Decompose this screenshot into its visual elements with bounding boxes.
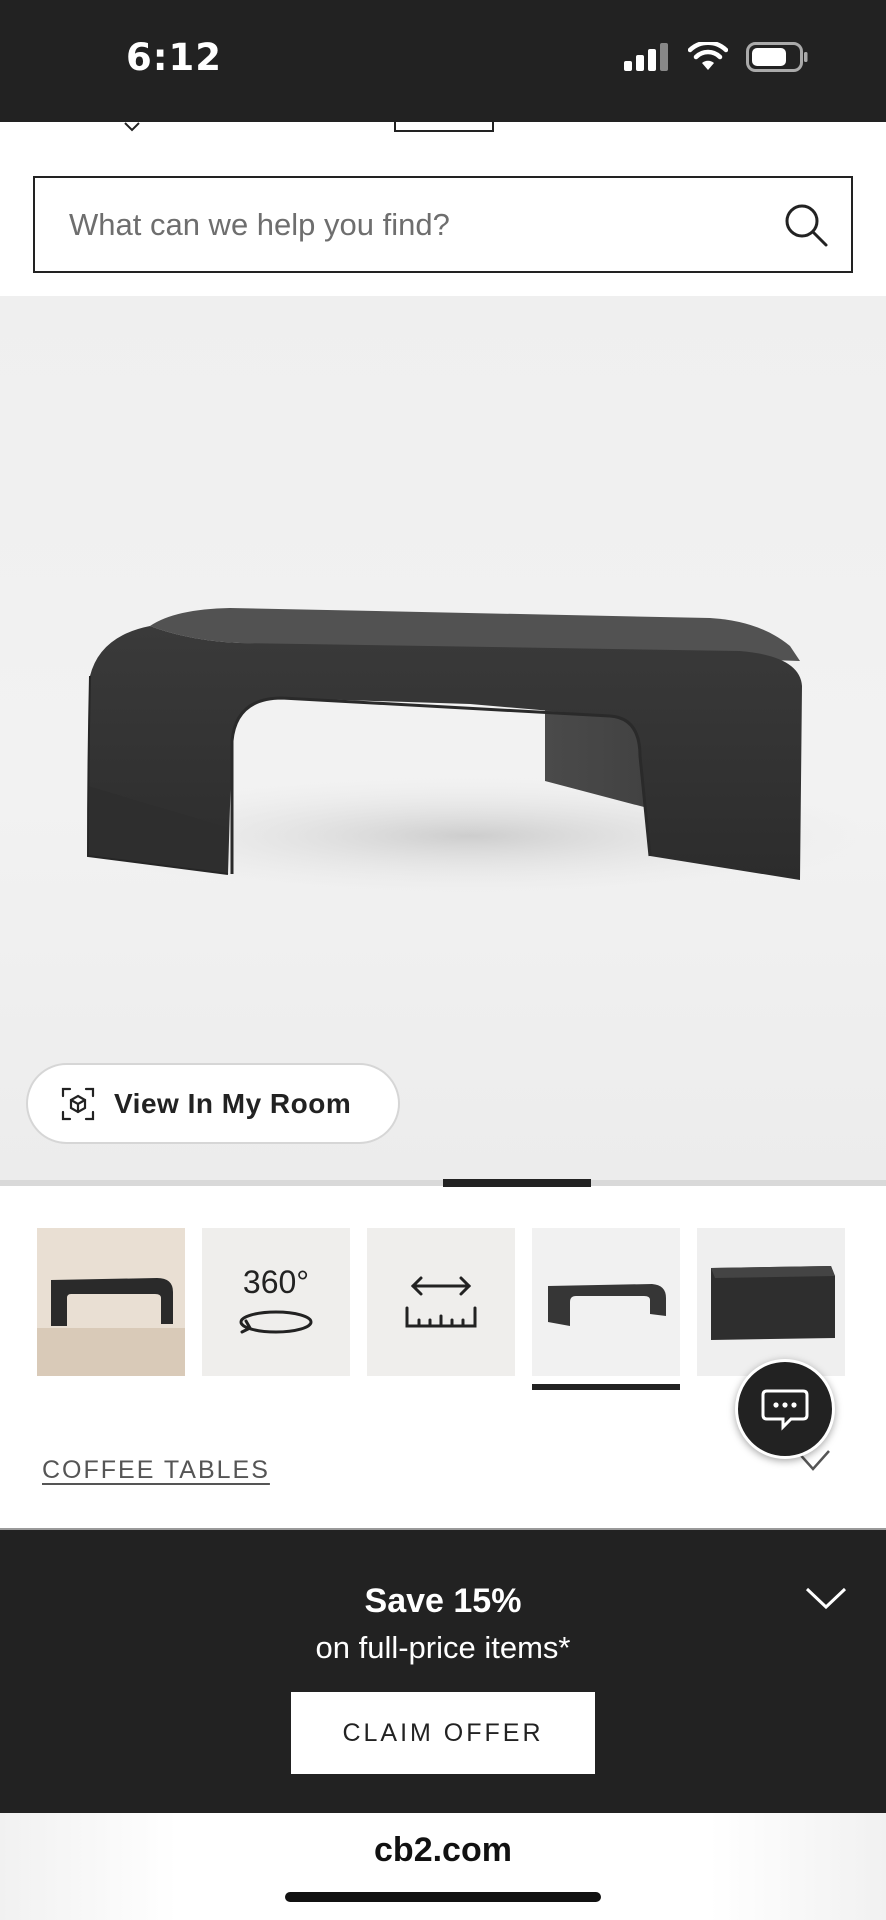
chat-button[interactable] — [735, 1359, 835, 1459]
ruler-dimensions-icon — [405, 1276, 477, 1328]
chevron-down-icon[interactable] — [804, 1585, 848, 1611]
thumbnail-image — [37, 1228, 185, 1376]
status-time: 6:12 — [126, 36, 223, 79]
status-icons — [624, 42, 808, 72]
carousel-progress-indicator — [443, 1179, 591, 1187]
thumb-product-detail[interactable] — [697, 1228, 845, 1376]
url-text: cb2.com — [374, 1831, 512, 1869]
status-bar: 6:12 — [0, 0, 886, 122]
battery-icon — [746, 42, 808, 72]
search-bar — [33, 176, 853, 273]
chevron-down-icon[interactable] — [124, 122, 140, 132]
thumb-product-side[interactable] — [532, 1228, 680, 1390]
browser-url-bar[interactable]: cb2.com — [0, 1813, 886, 1920]
logo-box[interactable] — [394, 118, 494, 132]
category-link[interactable]: COFFEE TABLES — [42, 1456, 270, 1485]
ar-cube-icon — [61, 1087, 95, 1120]
promo-subtitle: on full-price items* — [315, 1630, 571, 1665]
home-indicator[interactable] — [285, 1892, 601, 1902]
search-button[interactable] — [761, 178, 851, 271]
chat-bubble-icon — [761, 1389, 809, 1431]
rotate-360-icon — [239, 1310, 313, 1334]
thumb-room-photo[interactable] — [37, 1228, 185, 1376]
thumb-dimensions[interactable] — [367, 1228, 515, 1376]
claim-offer-button[interactable]: CLAIM OFFER — [291, 1692, 595, 1774]
thumbnail-image — [532, 1228, 680, 1376]
signal-icon — [624, 43, 668, 71]
view-in-my-room-label: View In My Room — [114, 1087, 352, 1119]
promo-banner: Save 15% on full-price items* CLAIM OFFE… — [0, 1528, 886, 1813]
search-icon — [785, 204, 828, 246]
wifi-icon — [688, 42, 728, 70]
product-image-carousel[interactable]: View In My Room — [0, 296, 886, 1186]
view-in-my-room-button[interactable]: View In My Room — [26, 1063, 400, 1144]
promo-title: Save 15% — [364, 1582, 522, 1620]
thumb-360-view[interactable]: 360° — [202, 1228, 350, 1376]
thumbnail-strip: 360° — [37, 1228, 845, 1390]
thumbnail-image — [697, 1228, 845, 1376]
search-input[interactable] — [35, 178, 761, 271]
product-image — [70, 608, 870, 896]
